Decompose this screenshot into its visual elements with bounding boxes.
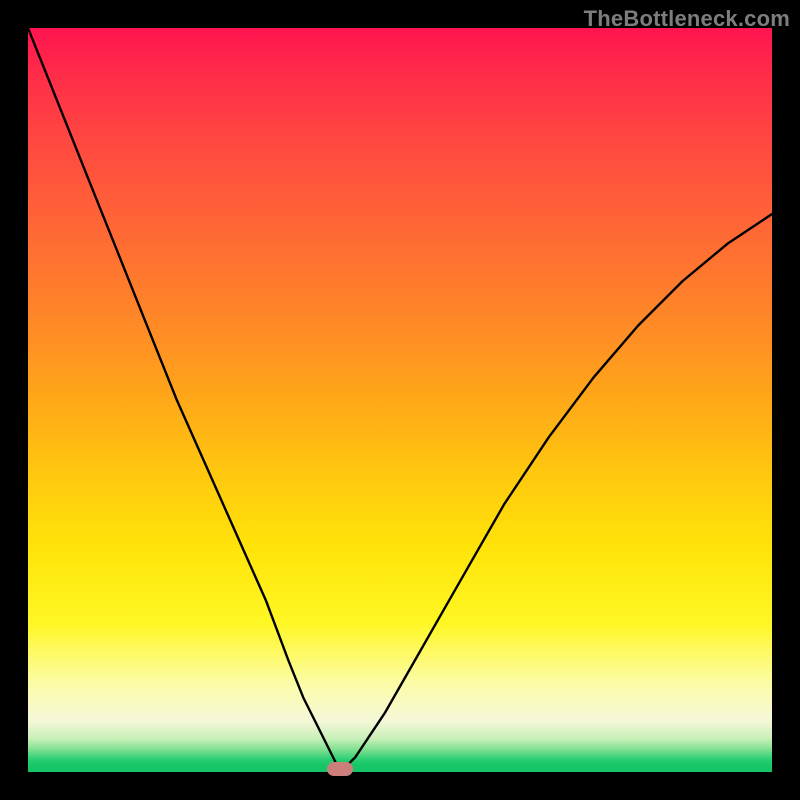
- curve-path: [28, 28, 772, 772]
- optimal-point-marker: [327, 762, 353, 776]
- chart-frame: TheBottleneck.com: [0, 0, 800, 800]
- plot-area: [28, 28, 772, 772]
- bottleneck-curve: [28, 28, 772, 772]
